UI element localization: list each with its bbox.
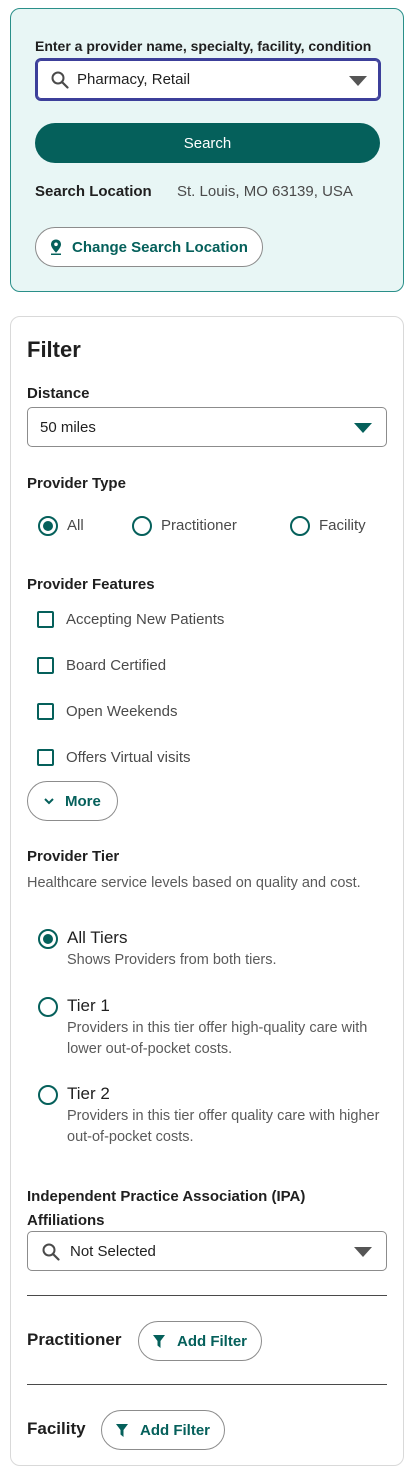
feature-open-weekends-label: Open Weekends <box>66 703 178 720</box>
search-label: Enter a provider name, specialty, facili… <box>35 38 372 54</box>
search-panel: Enter a provider name, specialty, facili… <box>10 8 404 292</box>
distance-label: Distance <box>27 385 90 402</box>
tier-1-name: Tier 1 <box>67 996 110 1015</box>
tier-all-description: Shows Providers from both tiers. <box>67 952 277 968</box>
provider-type-all-radio[interactable] <box>38 516 58 536</box>
search-location-value: St. Louis, MO 63139, USA <box>177 183 353 200</box>
distance-select[interactable]: 50 miles <box>27 407 387 447</box>
provider-type-label: Provider Type <box>27 475 126 492</box>
provider-type-all-label: All <box>67 517 84 534</box>
tier-all-radio[interactable] <box>38 929 58 949</box>
divider <box>27 1295 387 1296</box>
feature-open-weekends-checkbox[interactable] <box>37 703 54 720</box>
search-input-value: Pharmacy, Retail <box>77 71 191 88</box>
feature-board-certified-label: Board Certified <box>66 657 167 674</box>
tier-2-radio[interactable] <box>38 1085 58 1105</box>
caret-down-icon <box>354 423 372 433</box>
facility-add-filter-label: Add Filter <box>140 1421 210 1439</box>
ipa-select[interactable]: Not Selected <box>27 1231 387 1271</box>
facility-label: Facility <box>27 1419 86 1438</box>
feature-accepting-new-patients-label: Accepting New Patients <box>66 611 225 628</box>
feature-offers-virtual-visits-checkbox[interactable] <box>37 749 54 766</box>
provider-tier-description: Healthcare service levels based on quali… <box>27 875 361 891</box>
tier-2-description: Providers in this tier offer quality car… <box>67 1108 380 1145</box>
practitioner-add-filter-label: Add Filter <box>177 1332 247 1350</box>
tier-1-description: Providers in this tier offer high-qualit… <box>67 1020 368 1057</box>
search-icon <box>42 1243 60 1261</box>
provider-search-input[interactable]: Pharmacy, Retail <box>35 58 381 101</box>
search-icon <box>51 71 69 89</box>
practitioner-label: Practitioner <box>27 1330 122 1349</box>
funnel-icon <box>116 1423 128 1437</box>
caret-down-icon[interactable] <box>349 76 367 86</box>
caret-down-icon <box>354 1247 372 1257</box>
tier-all-name: All Tiers <box>67 928 128 947</box>
chevron-down-icon <box>44 797 54 804</box>
facility-add-filter-button[interactable]: Add Filter <box>101 1410 225 1450</box>
provider-features-label: Provider Features <box>27 576 155 593</box>
tier-2-name: Tier 2 <box>67 1084 110 1103</box>
ipa-label: Independent Practice Association (IPA) A… <box>27 1188 306 1229</box>
search-location-label: Search Location <box>35 183 152 200</box>
funnel-icon <box>153 1334 165 1348</box>
location-pin-icon <box>51 239 61 255</box>
feature-accepting-new-patients-checkbox[interactable] <box>37 611 54 628</box>
practitioner-add-filter-button[interactable]: Add Filter <box>138 1321 262 1361</box>
change-search-location-button[interactable]: Change Search Location <box>35 227 263 267</box>
provider-tier-label: Provider Tier <box>27 848 120 865</box>
distance-value: 50 miles <box>40 419 96 436</box>
search-button[interactable]: Search <box>35 123 380 163</box>
provider-type-practitioner-radio[interactable] <box>132 516 152 536</box>
more-features-label: More <box>65 792 101 810</box>
feature-board-certified-checkbox[interactable] <box>37 657 54 674</box>
ipa-value: Not Selected <box>70 1243 156 1260</box>
provider-type-facility-label: Facility <box>319 517 366 534</box>
filter-panel: Filter Distance 50 miles Provider Type A… <box>10 316 404 1466</box>
provider-type-practitioner-label: Practitioner <box>161 517 237 534</box>
more-features-button[interactable]: More <box>27 781 118 821</box>
tier-1-radio[interactable] <box>38 997 58 1017</box>
feature-offers-virtual-visits-label: Offers Virtual visits <box>66 749 191 766</box>
change-search-location-label: Change Search Location <box>72 238 248 256</box>
provider-type-facility-radio[interactable] <box>290 516 310 536</box>
divider <box>27 1384 387 1385</box>
filter-title: Filter <box>27 337 81 362</box>
